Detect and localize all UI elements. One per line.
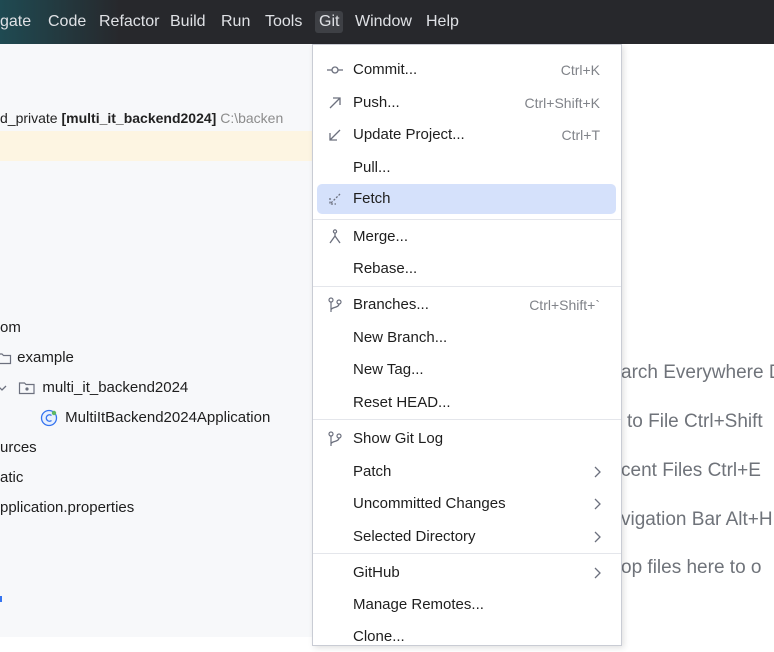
chevron-down-icon bbox=[0, 385, 7, 391]
menu-separator bbox=[313, 286, 621, 287]
menu-item-shortcut: Ctrl+K bbox=[560, 62, 600, 78]
menu-item-shortcut: Ctrl+Shift+` bbox=[529, 297, 600, 313]
menu-item-label: Show Git Log bbox=[353, 430, 444, 447]
tree-item-application-properties[interactable]: pplication.properties bbox=[0, 497, 134, 519]
tree-item-resources[interactable]: urces bbox=[0, 437, 37, 459]
project-breadcrumb[interactable]: d_private [multi_it_backend2024] C:\back… bbox=[0, 106, 312, 130]
tree-item-multi-it-backend2024[interactable]: multi_it_backend2024 bbox=[0, 377, 188, 399]
menu-item-uncommitted-changes[interactable]: Uncommitted Changes bbox=[317, 489, 616, 519]
menu-separator bbox=[313, 419, 621, 420]
commit-icon bbox=[327, 66, 343, 74]
menu-item-rebase[interactable]: Rebase... bbox=[317, 254, 616, 284]
menu-item-label: Reset HEAD... bbox=[353, 394, 451, 411]
menu-item-label: Merge... bbox=[353, 228, 409, 245]
menu-item-label: New Tag... bbox=[353, 361, 424, 378]
package-folder-icon bbox=[0, 353, 12, 365]
package-folder-icon bbox=[19, 382, 35, 395]
main-menubar: gate Code Refactor Build Run Tools Git W… bbox=[0, 0, 774, 44]
tree-item-com[interactable]: om bbox=[0, 317, 21, 339]
git-menu-dropdown: Commit... Ctrl+K Push... Ctrl+Shift+K Up… bbox=[312, 44, 622, 646]
menu-window[interactable]: Window bbox=[355, 11, 412, 33]
menu-item-label: Commit... bbox=[353, 61, 418, 78]
menu-code[interactable]: Code bbox=[48, 11, 86, 33]
menu-item-label: Uncommitted Changes bbox=[353, 495, 506, 512]
menu-separator bbox=[313, 553, 621, 554]
hint-recent-files: cent Files Ctrl+E bbox=[621, 460, 761, 481]
tree-item-label: pplication.properties bbox=[0, 499, 135, 516]
menu-build[interactable]: Build bbox=[170, 11, 206, 33]
menu-item-patch[interactable]: Patch bbox=[317, 457, 616, 487]
hint-drop-files: op files here to o bbox=[621, 557, 762, 578]
menu-item-label: Pull... bbox=[353, 159, 391, 176]
menu-item-push[interactable]: Push... Ctrl+Shift+K bbox=[317, 88, 616, 118]
menu-item-label: Fetch bbox=[353, 190, 391, 207]
chevron-right-icon bbox=[594, 498, 601, 510]
tree-item-label: MultiItBackend2024Application bbox=[65, 409, 271, 426]
tree-item-label: multi_it_backend2024 bbox=[42, 379, 189, 396]
menu-item-label: Manage Remotes... bbox=[353, 596, 484, 613]
menu-item-selected-directory[interactable]: Selected Directory bbox=[317, 522, 616, 552]
menu-item-commit[interactable]: Commit... Ctrl+K bbox=[317, 55, 616, 85]
menu-item-pull[interactable]: Pull... bbox=[317, 153, 616, 183]
tree-item-example[interactable]: example bbox=[0, 347, 74, 369]
menu-item-label: Branches... bbox=[353, 296, 429, 313]
menu-item-label: Update Project... bbox=[353, 126, 465, 143]
menu-separator bbox=[313, 219, 621, 220]
breadcrumb-path: C:\backen bbox=[220, 110, 284, 126]
menu-item-shortcut: Ctrl+T bbox=[561, 127, 601, 143]
tree-item-application-class[interactable]: MultiItBackend2024Application bbox=[40, 407, 270, 429]
hint-navigation-bar: vigation Bar Alt+H bbox=[621, 509, 773, 530]
tree-item-label: atic bbox=[0, 469, 24, 486]
chevron-right-icon bbox=[594, 531, 601, 543]
menu-item-label: New Branch... bbox=[353, 329, 448, 346]
hint-search-everywhere: arch Everywhere D bbox=[621, 362, 774, 383]
tree-item-static[interactable]: atic bbox=[0, 467, 23, 489]
menu-item-clone[interactable]: Clone... bbox=[317, 622, 616, 652]
breadcrumb-project: [multi_it_backend2024] bbox=[61, 110, 217, 126]
breadcrumb-prefix: d_private bbox=[0, 110, 58, 126]
tree-item-label: urces bbox=[0, 439, 37, 456]
menu-tools[interactable]: Tools bbox=[265, 11, 302, 33]
menu-item-shortcut: Ctrl+Shift+K bbox=[524, 95, 600, 111]
spring-boot-class-icon bbox=[40, 409, 58, 427]
tree-item-label: om bbox=[0, 319, 21, 336]
menu-item-new-branch[interactable]: New Branch... bbox=[317, 323, 616, 353]
menu-item-fetch[interactable]: Fetch bbox=[317, 184, 616, 214]
menu-item-label: Rebase... bbox=[353, 260, 418, 277]
menu-item-manage-remotes[interactable]: Manage Remotes... bbox=[317, 590, 616, 620]
merge-icon bbox=[329, 229, 341, 244]
chevron-right-icon bbox=[594, 466, 601, 478]
menu-item-label: GitHub bbox=[353, 564, 400, 581]
menu-help[interactable]: Help bbox=[426, 11, 459, 33]
git-log-icon bbox=[328, 431, 342, 446]
menu-item-update-project[interactable]: Update Project... Ctrl+T bbox=[317, 120, 616, 150]
menu-item-merge[interactable]: Merge... bbox=[317, 222, 616, 252]
fetch-icon bbox=[329, 193, 341, 205]
push-icon bbox=[329, 97, 341, 109]
branch-icon bbox=[328, 297, 342, 312]
menu-run[interactable]: Run bbox=[221, 11, 250, 33]
hint-go-to-file: to File Ctrl+Shift bbox=[627, 411, 763, 432]
menu-item-show-git-log[interactable]: Show Git Log bbox=[317, 424, 616, 454]
menu-item-github[interactable]: GitHub bbox=[317, 558, 616, 588]
notification-strip bbox=[0, 131, 312, 161]
menu-git[interactable]: Git bbox=[315, 11, 344, 33]
menu-item-label: Selected Directory bbox=[353, 528, 476, 545]
update-icon bbox=[329, 129, 341, 141]
chevron-right-icon bbox=[594, 567, 601, 579]
menu-navigate[interactable]: gate bbox=[0, 11, 31, 33]
menu-item-label: Clone... bbox=[353, 628, 405, 645]
menu-refactor[interactable]: Refactor bbox=[99, 11, 159, 33]
menu-item-reset-head[interactable]: Reset HEAD... bbox=[317, 388, 616, 418]
menu-item-new-tag[interactable]: New Tag... bbox=[317, 355, 616, 385]
editor-empty-area: arch Everywhere D to File Ctrl+Shift cen… bbox=[621, 44, 774, 637]
menu-item-branches[interactable]: Branches... Ctrl+Shift+` bbox=[317, 290, 616, 320]
menu-item-label: Patch bbox=[353, 463, 392, 480]
menu-item-label: Push... bbox=[353, 94, 400, 111]
scroll-indicator bbox=[0, 596, 2, 602]
tree-item-label: example bbox=[17, 349, 74, 366]
